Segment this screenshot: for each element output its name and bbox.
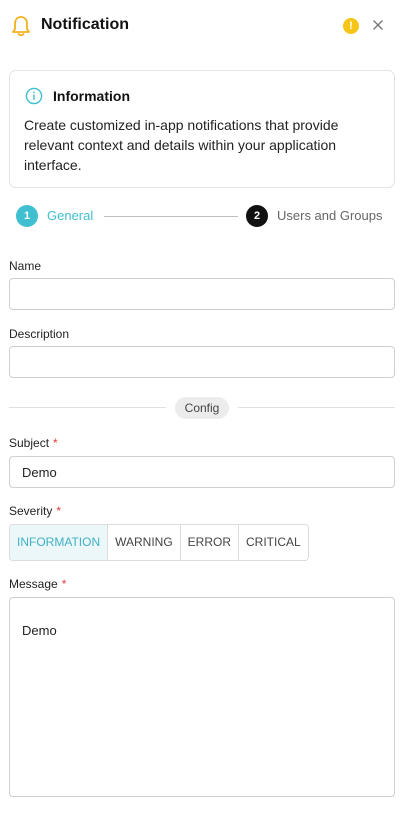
severity-label: Severity * [9, 504, 62, 518]
information-card: Information Create customized in-app not… [9, 70, 395, 188]
warning-icon[interactable]: ! [343, 18, 359, 34]
message-value: Demo [22, 623, 57, 638]
information-title: Information [53, 88, 130, 104]
subject-field[interactable]: Demo [9, 456, 395, 488]
page-title: Notification [41, 16, 129, 33]
severity-information-button[interactable]: INFORMATION [10, 525, 109, 560]
name-label: Name [9, 259, 42, 273]
stepper-connector [104, 216, 238, 217]
severity-toggle-group: INFORMATION WARNING ERROR CRITICAL [9, 524, 309, 561]
message-label: Message * [9, 577, 67, 591]
information-text: Create customized in-app notifications t… [24, 117, 339, 173]
required-mark: * [56, 504, 62, 518]
info-icon [25, 87, 43, 105]
required-mark: * [61, 577, 67, 591]
bell-icon [12, 16, 30, 37]
description-field[interactable] [9, 346, 395, 378]
stepper: 1 General 2 Users and Groups [0, 203, 403, 229]
config-section-label: Config [175, 397, 229, 419]
required-mark: * [53, 436, 58, 450]
header: Notification ! [0, 0, 403, 52]
description-label: Description [9, 327, 70, 341]
close-icon[interactable] [370, 17, 386, 33]
severity-critical-button[interactable]: CRITICAL [239, 525, 308, 560]
subject-label: Subject * [9, 436, 58, 450]
severity-error-button[interactable]: ERROR [180, 525, 240, 560]
message-textarea[interactable]: Demo [9, 597, 395, 797]
name-field[interactable] [9, 278, 395, 310]
config-divider-left [9, 407, 166, 408]
subject-value: Demo [22, 465, 57, 480]
step-2-indicator[interactable]: 2 [246, 205, 268, 227]
step-1-label[interactable]: General [47, 208, 93, 223]
step-1-indicator[interactable]: 1 [16, 205, 38, 227]
config-divider-right [238, 407, 395, 408]
severity-warning-button[interactable]: WARNING [108, 525, 181, 560]
step-2-label[interactable]: Users and Groups [277, 208, 383, 223]
